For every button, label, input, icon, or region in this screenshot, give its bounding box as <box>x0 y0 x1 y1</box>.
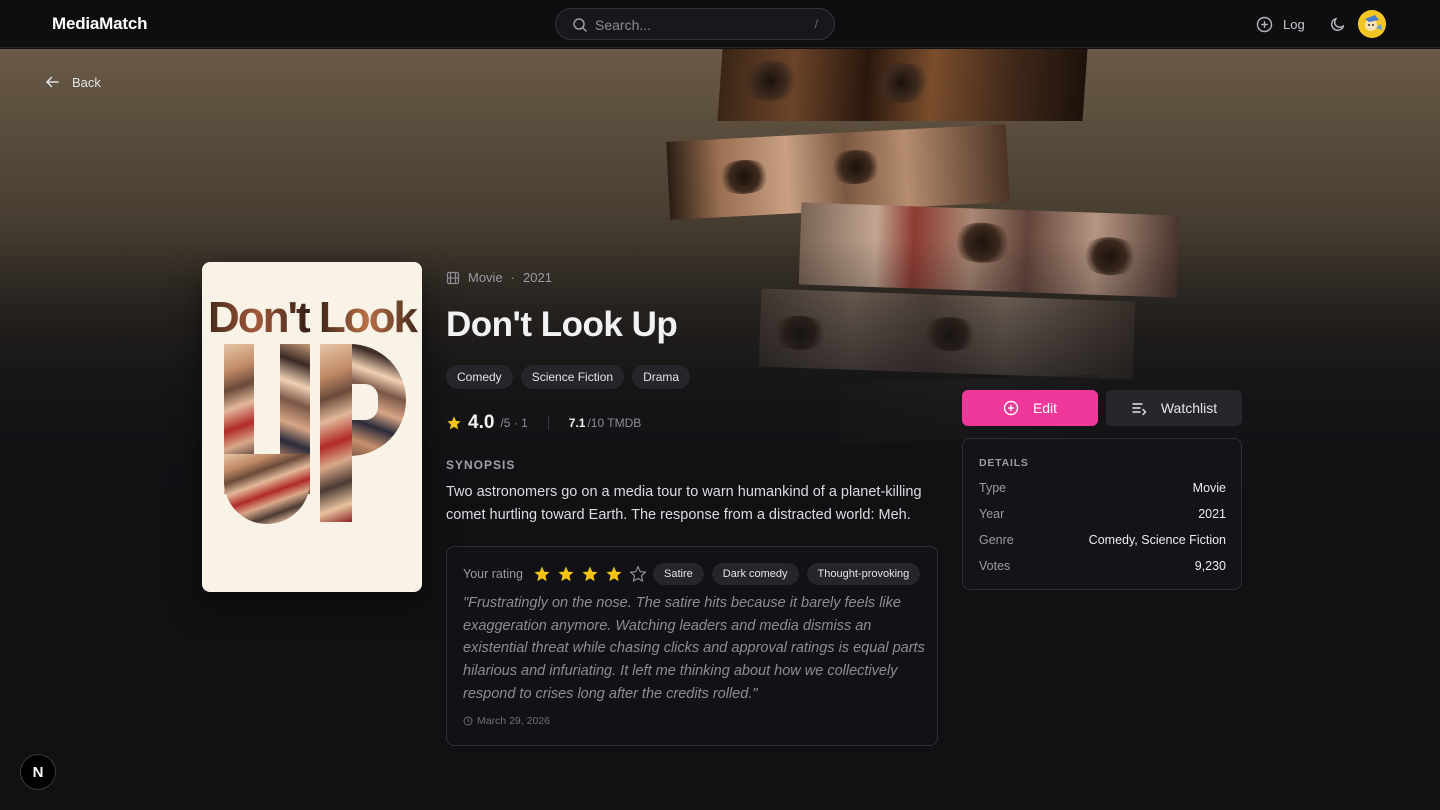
synopsis-heading: SYNOPSIS <box>446 458 516 472</box>
rating-summary: 4.0 /5 · 1 7.1 /10 TMDB <box>446 411 641 435</box>
genre-chip[interactable]: Drama <box>632 365 691 389</box>
poster-letter-u <box>224 344 310 526</box>
your-rating-label: Your rating <box>463 567 523 581</box>
moon-icon[interactable] <box>1330 16 1346 32</box>
details-row-genre: Genre Comedy, Science Fiction <box>979 533 1226 547</box>
genre-list: Comedy Science Fiction Drama <box>446 365 691 389</box>
genre-chip[interactable]: Comedy <box>446 365 513 389</box>
page-title: Don't Look Up <box>446 305 678 344</box>
details-value: Movie <box>1192 481 1226 495</box>
star-filled-icon[interactable] <box>581 565 599 583</box>
film-icon <box>446 271 460 284</box>
plus-circle-icon <box>1003 400 1019 416</box>
review-tags: Satire Dark comedy Thought-provoking <box>653 563 921 585</box>
review-tag[interactable]: Thought-provoking <box>806 563 921 585</box>
details-row-votes: Votes 9,230 <box>979 559 1226 573</box>
review-card: Your rating Satire Dark comedy Thought-p… <box>446 546 938 746</box>
plus-circle-icon <box>1256 16 1273 32</box>
poster-letter-p <box>320 344 406 526</box>
media-type: Movie <box>468 270 503 285</box>
synopsis-text: Two astronomers go on a media tour to wa… <box>446 484 922 523</box>
details-heading: DETAILS <box>979 457 1029 469</box>
genre-chip[interactable]: Science Fiction <box>520 365 625 389</box>
details-card: DETAILS Type Movie Year 2021 Genre Comed… <box>962 438 1242 590</box>
watchlist-label: Watchlist <box>1160 400 1218 416</box>
star-filled-icon[interactable] <box>605 565 623 583</box>
log-button[interactable]: Log <box>1256 14 1305 34</box>
user-rating-value: 4.0 <box>468 412 495 433</box>
search-shortcut: / <box>814 17 818 31</box>
review-stars[interactable] <box>533 565 647 583</box>
edit-button[interactable]: Edit <box>962 390 1098 426</box>
star-empty-icon[interactable] <box>629 565 647 583</box>
details-value: Comedy, Science Fiction <box>1088 533 1226 547</box>
tmdb-rating-scale: /10 TMDB <box>587 416 642 430</box>
list-add-icon <box>1132 403 1147 416</box>
tmdb-rating-value: 7.1 <box>568 416 586 430</box>
details-value: 2021 <box>1198 507 1226 521</box>
meta-separator: · <box>510 270 516 285</box>
user-rating-scale: /5 · 1 <box>500 416 528 430</box>
details-key: Genre <box>979 533 1014 547</box>
brand-logo[interactable]: MediaMatch <box>52 14 147 34</box>
review-date-text: March 29, 2026 <box>477 715 550 727</box>
watchlist-button[interactable]: Watchlist <box>1106 390 1242 426</box>
review-date: March 29, 2026 <box>463 715 550 727</box>
dev-tools-badge[interactable]: N <box>20 754 56 790</box>
details-row-year: Year 2021 <box>979 507 1226 521</box>
details-key: Type <box>979 481 1007 495</box>
backdrop-strip <box>717 49 1088 121</box>
movie-poster: Don't Look <box>202 262 422 592</box>
details-row-type: Type Movie <box>979 481 1226 495</box>
edit-label: Edit <box>1032 400 1058 416</box>
log-label: Log <box>1283 16 1305 32</box>
review-tag[interactable]: Dark comedy <box>711 563 799 585</box>
search-icon <box>573 18 587 32</box>
media-year: 2021 <box>523 270 552 285</box>
top-bar: MediaMatch Search... / Log <box>0 0 1440 48</box>
arrow-left-icon <box>46 76 59 88</box>
avatar-image <box>1358 10 1386 38</box>
back-label: Back <box>72 74 101 90</box>
search-placeholder: Search... <box>595 17 652 33</box>
star-filled-icon[interactable] <box>557 565 575 583</box>
avatar[interactable] <box>1358 10 1386 38</box>
search-input[interactable]: Search... / <box>555 8 835 40</box>
review-text: "Frustratingly on the nose. The satire h… <box>463 595 925 702</box>
poster-title: Don't Look <box>202 296 422 340</box>
back-button[interactable]: Back <box>44 74 101 90</box>
star-filled-icon[interactable] <box>533 565 551 583</box>
media-meta: Movie · 2021 <box>446 270 552 285</box>
details-value: 9,230 <box>1194 559 1226 573</box>
review-tag[interactable]: Satire <box>653 563 704 585</box>
star-icon <box>447 416 461 430</box>
details-key: Year <box>979 507 1005 521</box>
clock-icon <box>463 716 473 726</box>
details-key: Votes <box>979 559 1011 573</box>
